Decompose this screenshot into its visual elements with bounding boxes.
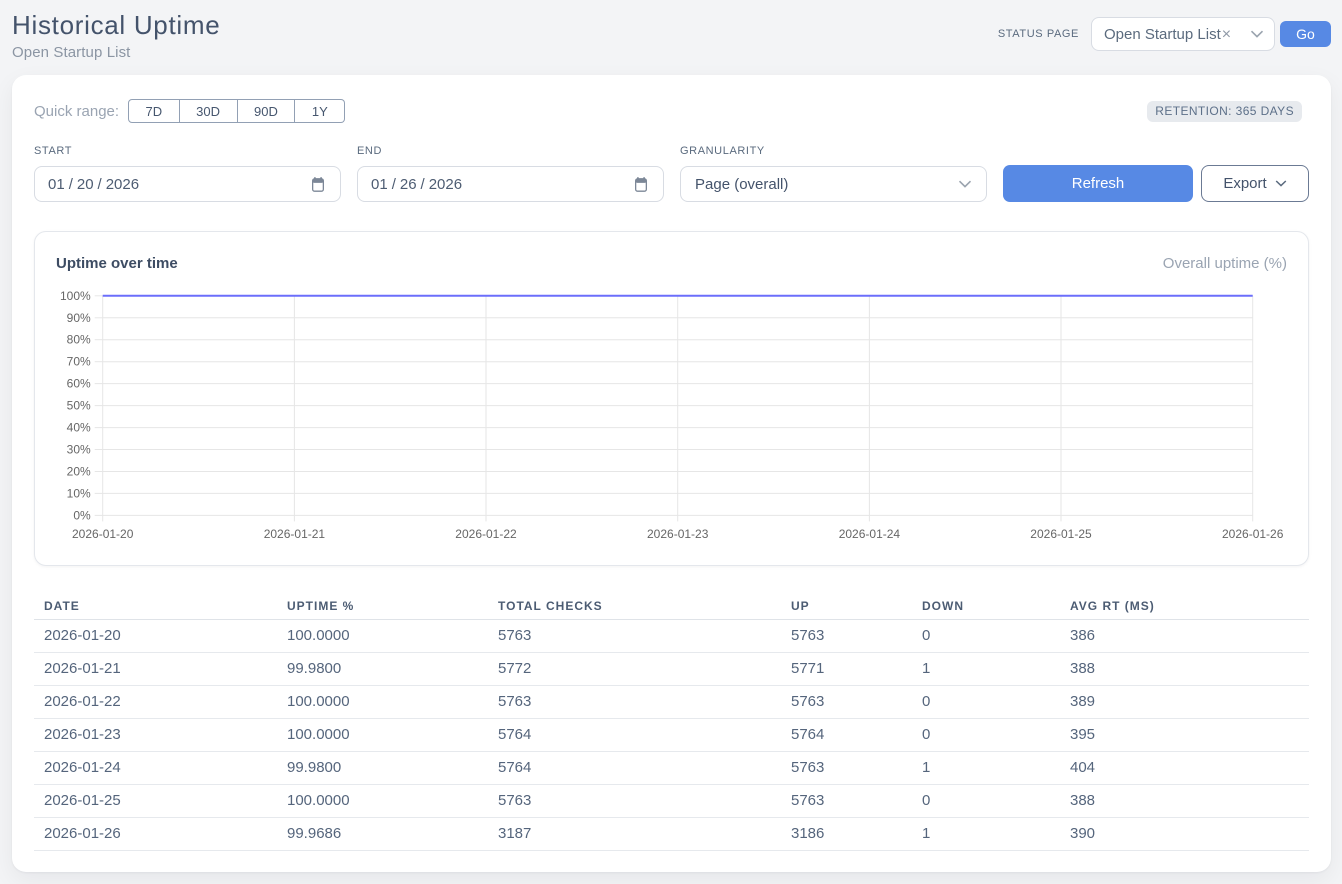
svg-text:80%: 80% [67,333,91,347]
svg-text:10%: 10% [67,486,91,500]
svg-text:2026-01-24: 2026-01-24 [839,527,901,541]
svg-text:2026-01-23: 2026-01-23 [647,527,709,541]
svg-text:30%: 30% [67,443,91,457]
svg-text:40%: 40% [67,421,91,435]
svg-text:2026-01-22: 2026-01-22 [455,527,517,541]
svg-text:2026-01-25: 2026-01-25 [1030,527,1092,541]
svg-text:70%: 70% [67,355,91,369]
svg-text:60%: 60% [67,377,91,391]
svg-text:2026-01-20: 2026-01-20 [72,527,134,541]
svg-text:50%: 50% [67,399,91,413]
svg-text:0%: 0% [73,508,91,522]
svg-text:100%: 100% [60,289,91,303]
svg-text:90%: 90% [67,311,91,325]
svg-text:2026-01-26: 2026-01-26 [1222,527,1284,541]
svg-text:20%: 20% [67,465,91,479]
svg-text:2026-01-21: 2026-01-21 [264,527,326,541]
